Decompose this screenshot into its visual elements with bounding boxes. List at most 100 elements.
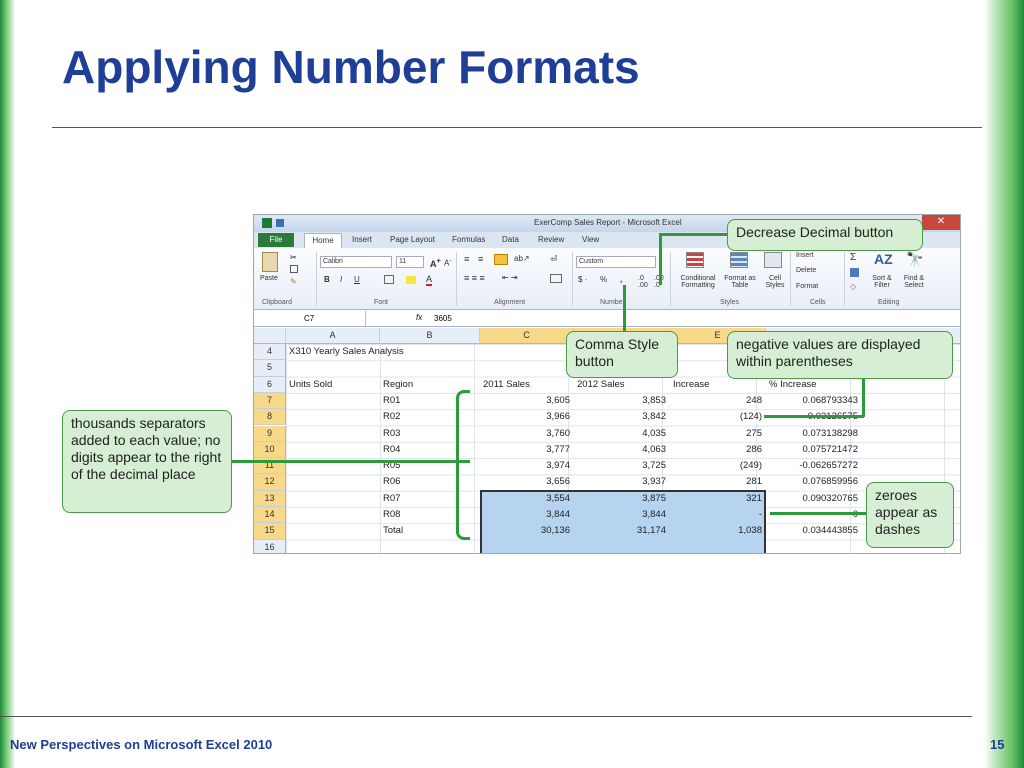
increase-decimal-icon[interactable]: .0.00	[638, 275, 648, 289]
cell[interactable]: Units Sold	[289, 377, 383, 393]
row-header[interactable]: 16	[254, 539, 286, 553]
cell-styles-label[interactable]: Cell Styles	[760, 275, 790, 289]
font-name-select[interactable]: Calibri	[320, 256, 392, 268]
cell[interactable]	[289, 523, 383, 539]
column-header[interactable]: C	[480, 328, 574, 344]
save-icon[interactable]	[276, 219, 284, 227]
cell[interactable]: 3,844	[480, 507, 574, 523]
cell[interactable]: 0.068793343	[766, 393, 862, 409]
cell[interactable]	[289, 393, 383, 409]
find-select-icon[interactable]: 🔭	[906, 251, 923, 268]
tab-review[interactable]: Review	[538, 235, 564, 244]
row-header[interactable]: 14	[254, 507, 286, 524]
cell[interactable]: 3,974	[480, 458, 574, 474]
name-box[interactable]: C7	[254, 311, 366, 326]
cell[interactable]: 321	[670, 491, 766, 507]
cell[interactable]: 4,035	[574, 426, 670, 442]
tab-insert[interactable]: Insert	[352, 235, 372, 244]
cell[interactable]: 2012 Sales	[577, 377, 673, 393]
comma-style-icon[interactable]: ,	[620, 275, 622, 284]
tab-file[interactable]: File	[258, 233, 294, 247]
cell[interactable]: 3,554	[480, 491, 574, 507]
insert-function-icon[interactable]: fx	[416, 313, 422, 322]
row-header[interactable]: 9	[254, 425, 286, 442]
row-header[interactable]: 4	[254, 344, 286, 361]
orientation-icon[interactable]: ab↗	[514, 254, 530, 263]
bold-icon[interactable]: B	[324, 275, 330, 284]
top-align-icon[interactable]: ≡	[464, 254, 469, 264]
cell-styles-icon[interactable]	[764, 252, 782, 268]
cell[interactable]: 3,605	[480, 393, 574, 409]
format-cells-button[interactable]: Format	[796, 283, 818, 290]
cell[interactable]: -	[670, 507, 766, 523]
fill-color-icon[interactable]	[406, 276, 416, 284]
find-select-label[interactable]: Find & Select	[898, 275, 930, 289]
format-as-table-label[interactable]: Format as Table	[722, 275, 758, 289]
cell[interactable]	[289, 442, 383, 458]
cell[interactable]	[289, 360, 383, 376]
cell[interactable]: (124)	[670, 409, 766, 425]
cell[interactable]	[289, 474, 383, 490]
cell[interactable]	[289, 491, 383, 507]
cell[interactable]: 2011 Sales	[483, 377, 577, 393]
middle-align-icon[interactable]: ≡	[478, 254, 483, 264]
grow-font-icon[interactable]: A+	[430, 256, 441, 269]
row-header[interactable]: 5	[254, 360, 286, 377]
cell[interactable]	[766, 540, 862, 553]
column-header[interactable]: B	[380, 328, 480, 344]
row-header[interactable]: 6	[254, 376, 286, 393]
row-header[interactable]: 7	[254, 392, 286, 410]
cell[interactable]: 3,844	[574, 507, 670, 523]
accounting-format-icon[interactable]: $ ·	[578, 275, 587, 284]
cell[interactable]: 3,842	[574, 409, 670, 425]
tab-data[interactable]: Data	[502, 235, 519, 244]
cell[interactable]: 3,853	[574, 393, 670, 409]
row-header[interactable]: 13	[254, 490, 286, 507]
format-painter-icon[interactable]: ✎	[290, 277, 297, 286]
sort-filter-icon[interactable]: AZ	[874, 251, 893, 267]
cell[interactable]: 31,174	[574, 523, 670, 539]
cell[interactable]: 0	[766, 507, 862, 523]
cell[interactable]: -0.062657272	[766, 458, 862, 474]
row-header[interactable]: 8	[254, 409, 286, 426]
copy-icon[interactable]	[290, 265, 298, 273]
cell[interactable]: 275	[670, 426, 766, 442]
row-header[interactable]: 10	[254, 441, 286, 459]
conditional-formatting-label[interactable]: Conditional Formatting	[674, 275, 722, 289]
format-as-table-icon[interactable]	[730, 252, 748, 268]
underline-icon[interactable]: U	[354, 275, 360, 284]
tab-formulas[interactable]: Formulas	[452, 235, 485, 244]
cell[interactable]: 3,725	[574, 458, 670, 474]
cell[interactable]	[574, 540, 670, 553]
cell[interactable]: 286	[670, 442, 766, 458]
fill-icon[interactable]	[850, 268, 859, 277]
sort-filter-label[interactable]: Sort & Filter	[866, 275, 898, 289]
font-size-select[interactable]: 11	[396, 256, 424, 268]
close-icon[interactable]: ✕	[922, 215, 960, 230]
wrap-text-icon[interactable]: ⏎	[550, 254, 558, 265]
cell[interactable]: 0.034443855	[766, 523, 862, 539]
cell[interactable]: 3,937	[574, 474, 670, 490]
cut-icon[interactable]: ✂	[290, 253, 297, 262]
cell[interactable]: Increase	[673, 377, 769, 393]
cell[interactable]: 3,875	[574, 491, 670, 507]
number-format-select[interactable]: Custom	[576, 256, 656, 268]
cell[interactable]	[383, 360, 483, 376]
autosum-icon[interactable]: Σ	[850, 252, 856, 263]
italic-icon[interactable]: I	[340, 275, 342, 284]
cell[interactable]: 0.076859956	[766, 474, 862, 490]
tab-view[interactable]: View	[582, 235, 599, 244]
tab-home[interactable]: Home	[304, 233, 342, 248]
cell[interactable]: 0.073138298	[766, 426, 862, 442]
cell[interactable]: 0.090320765	[766, 491, 862, 507]
cell[interactable]	[670, 540, 766, 553]
cell[interactable]: % Increase	[769, 377, 869, 393]
cell[interactable]	[383, 540, 483, 553]
cell[interactable]: 3,777	[480, 442, 574, 458]
cell[interactable]: 3,760	[480, 426, 574, 442]
delete-cells-button[interactable]: Delete	[796, 267, 816, 274]
shrink-font-icon[interactable]: A-	[444, 257, 452, 268]
font-color-icon[interactable]: A	[426, 274, 433, 286]
cell[interactable]: 281	[670, 474, 766, 490]
align-left-icon[interactable]: ≡ ≡ ≡	[464, 273, 485, 283]
